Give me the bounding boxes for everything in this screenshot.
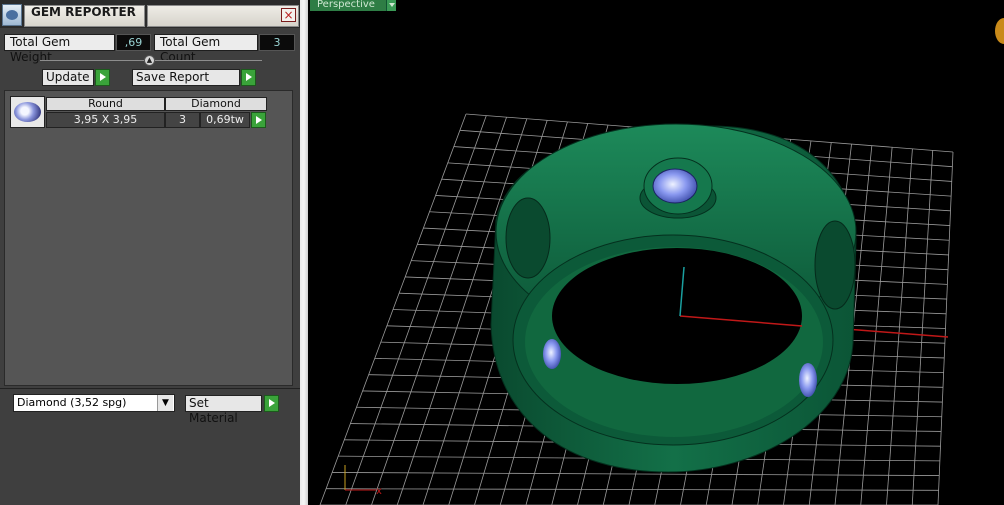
gem-thumbnail[interactable] (10, 96, 45, 128)
total-gem-count-value: 3 (259, 34, 295, 51)
close-button[interactable]: × (281, 8, 296, 22)
update-arrow-icon[interactable] (95, 69, 110, 86)
view-dropdown-arrow-icon[interactable] (386, 0, 396, 11)
gem-row-arrow-icon[interactable] (251, 112, 266, 128)
total-gem-count-label: Total Gem Count (154, 34, 258, 64)
total-gem-weight-label: Total Gem Weight (4, 34, 115, 64)
gem-material-header: Diamond (165, 97, 267, 111)
save-report-button[interactable]: Save Report (132, 69, 240, 86)
gem-list (4, 90, 293, 386)
divider (0, 388, 300, 389)
view-mode-menu[interactable]: Perspective (310, 0, 388, 11)
set-material-button[interactable]: Set Material (185, 395, 262, 425)
round-gem-icon (14, 102, 41, 122)
ring-model (490, 123, 857, 473)
gem-count-cell: 3 (165, 112, 200, 128)
gem-reporter-icon (2, 4, 22, 26)
panel-splitter[interactable] (300, 0, 308, 505)
gem-size-cell: 3,95 X 3,95 (46, 112, 165, 128)
title-bar: GEM REPORTER × (0, 0, 300, 28)
collapse-toggle-icon[interactable]: ▲ (144, 55, 155, 66)
gem-shape-header: Round (46, 97, 165, 111)
chevron-down-icon[interactable]: ▼ (157, 395, 173, 411)
gem-reporter-panel: GEM REPORTER × Total Gem Weight ,69 Tota… (0, 0, 300, 505)
axis-x-label: x (376, 486, 382, 497)
update-button[interactable]: Update (42, 69, 94, 86)
gem-right (799, 363, 817, 397)
save-report-arrow-icon[interactable] (241, 69, 256, 86)
total-gem-weight-value: ,69 (116, 34, 151, 51)
material-select[interactable]: Diamond (3,52 spg) (13, 394, 175, 412)
panel-title: GEM REPORTER (31, 5, 136, 19)
3d-viewport[interactable]: x Perspective (308, 0, 1004, 505)
set-material-arrow-icon[interactable] (264, 395, 279, 412)
title-bar-fill (147, 5, 299, 27)
gem-weight-cell: 0,69tw (200, 112, 250, 128)
scene: x (319, 113, 954, 505)
gem-top (652, 168, 698, 204)
gem-left (543, 339, 561, 369)
